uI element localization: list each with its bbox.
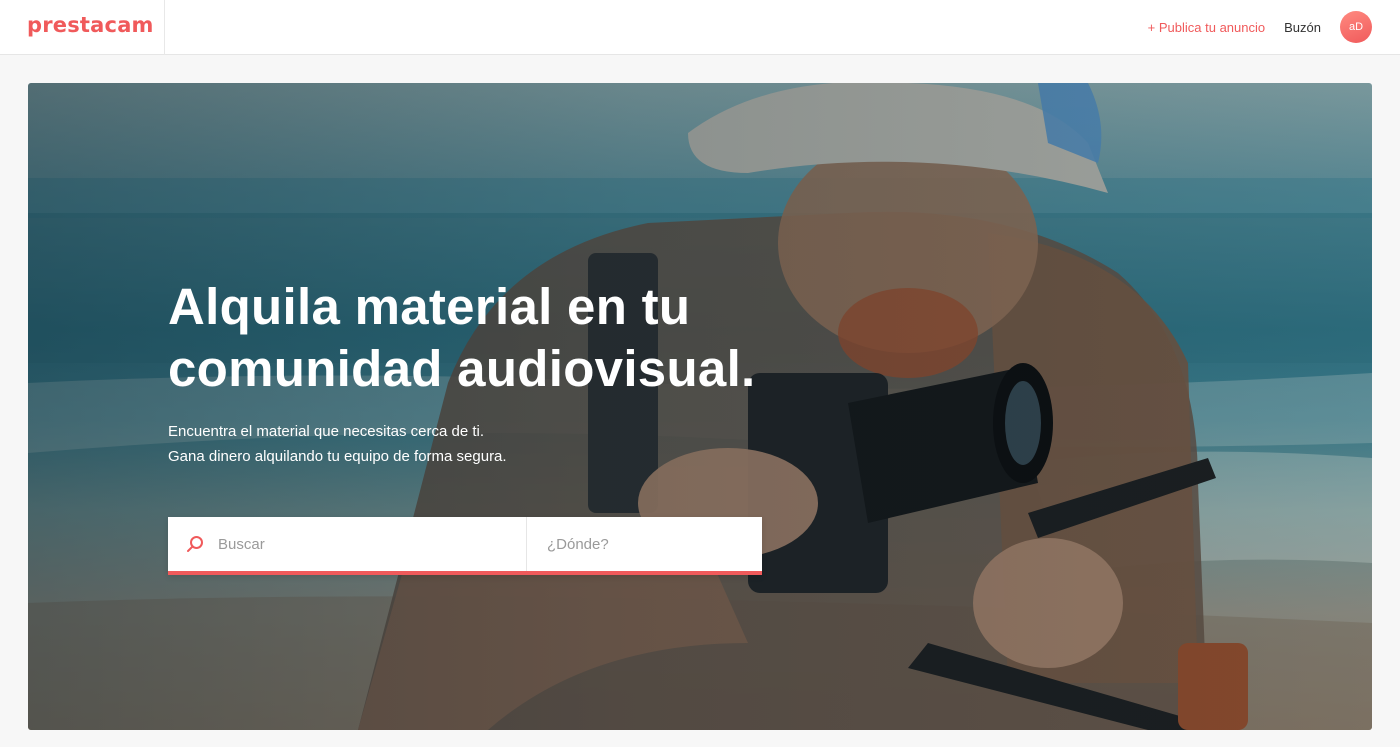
hero-title-line-1: Alquila material en tu bbox=[168, 278, 691, 335]
hero-overlay bbox=[28, 83, 1372, 730]
search-icon bbox=[187, 536, 203, 552]
search-input[interactable] bbox=[216, 517, 516, 571]
hero-subtitle-line-2: Gana dinero alquilando tu equipo de form… bbox=[168, 448, 507, 465]
hero-title: Alquila material en tu comunidad audiovi… bbox=[168, 276, 868, 400]
hero-banner: Alquila material en tu comunidad audiovi… bbox=[28, 83, 1372, 730]
location-input[interactable] bbox=[545, 517, 755, 571]
hero-subtitle: Encuentra el material que necesitas cerc… bbox=[168, 419, 768, 469]
logo[interactable]: prestacam bbox=[27, 13, 154, 37]
hero-title-line-2: comunidad audiovisual. bbox=[168, 340, 756, 397]
publish-ad-link[interactable]: + Publica tu anuncio bbox=[1148, 20, 1265, 35]
header-nav: + Publica tu anuncio Buzón aD bbox=[1148, 11, 1372, 43]
header-divider bbox=[164, 0, 165, 55]
search-query-field bbox=[168, 517, 527, 571]
hero-subtitle-line-1: Encuentra el material que necesitas cerc… bbox=[168, 423, 485, 440]
top-header: prestacam + Publica tu anuncio Buzón aD bbox=[0, 0, 1400, 55]
search-location-field bbox=[527, 517, 762, 571]
inbox-link[interactable]: Buzón bbox=[1284, 20, 1321, 35]
avatar[interactable]: aD bbox=[1340, 11, 1372, 43]
search-bar bbox=[168, 517, 762, 575]
